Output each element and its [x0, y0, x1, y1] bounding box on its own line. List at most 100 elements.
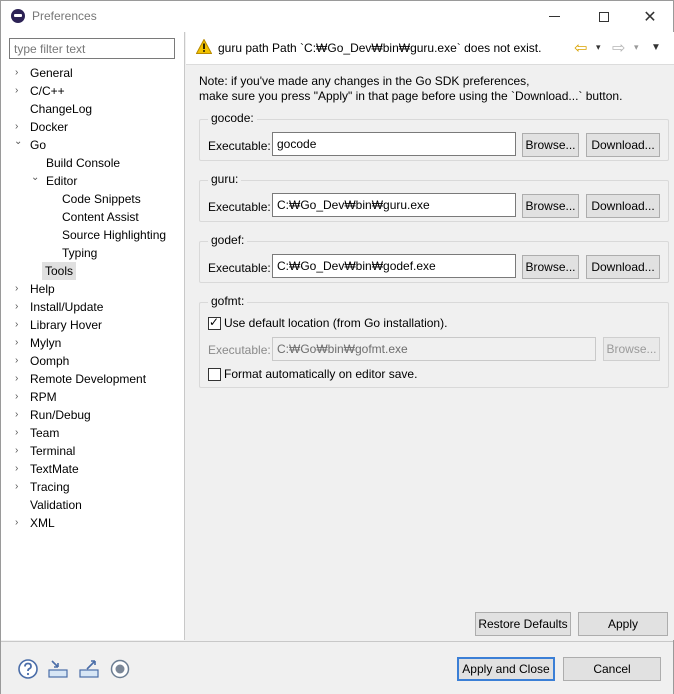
record-icon[interactable]: [109, 658, 131, 680]
view-menu-icon[interactable]: ▼: [651, 42, 661, 53]
help-icon[interactable]: [17, 658, 39, 680]
tree-item-label: RPM: [30, 390, 57, 404]
tools-preference-page: guru path Path `C:₩Go_Dev₩bin₩guru.exe` …: [186, 32, 674, 640]
gocode-executable-field[interactable]: gocode: [272, 132, 516, 156]
cancel-button[interactable]: Cancel: [563, 657, 661, 681]
tree-item-label: Mylyn: [30, 336, 62, 350]
executable-label: Executable:: [208, 261, 271, 275]
tree-item-label: General: [30, 66, 73, 80]
note-line-2: make sure you press "Apply" in that page…: [199, 89, 623, 103]
tree-item-label: C/C++: [30, 84, 65, 98]
gofmt-executable-field: C:₩Go₩bin₩gofmt.exe: [272, 337, 596, 361]
download-button[interactable]: Download...: [586, 133, 660, 157]
guru-executable-field[interactable]: C:₩Go_Dev₩bin₩guru.exe: [272, 193, 516, 217]
expand-icon[interactable]: ›: [15, 514, 25, 532]
use-default-location-label[interactable]: Use default location (from Go installati…: [224, 316, 447, 330]
tree-item-label: Go: [30, 138, 47, 152]
tree-item-label: Source Highlighting: [62, 228, 167, 242]
minimize-button[interactable]: [531, 1, 577, 32]
tree-item-label: Run/Debug: [30, 408, 91, 422]
expand-icon[interactable]: ›: [15, 388, 25, 406]
filter-input[interactable]: [9, 38, 175, 59]
message-bar: guru path Path `C:₩Go_Dev₩bin₩guru.exe` …: [186, 32, 674, 65]
close-icon: ✕: [643, 8, 657, 26]
page-navigation: ⇦ ▾ ⇨ ▾ ▼: [574, 40, 668, 58]
expand-icon[interactable]: ›: [15, 64, 25, 82]
tree-item-label: Typing: [62, 246, 98, 260]
expand-icon[interactable]: ›: [15, 82, 25, 100]
close-button[interactable]: ✕: [627, 1, 673, 32]
browse-button[interactable]: Browse...: [522, 133, 579, 157]
expand-icon[interactable]: ›: [15, 406, 25, 424]
tree-item-label: Help: [30, 282, 55, 296]
group-title: godef:: [208, 233, 248, 247]
expand-icon[interactable]: ›: [15, 370, 25, 388]
tree-item-label: Install/Update: [30, 300, 104, 314]
download-button[interactable]: Download...: [586, 255, 660, 279]
collapse-icon[interactable]: ⌄: [14, 133, 24, 151]
collapse-icon[interactable]: ⌄: [31, 169, 41, 187]
tree-item-label: Terminal: [30, 444, 76, 458]
executable-label: Executable:: [208, 200, 271, 214]
expand-icon[interactable]: ›: [15, 478, 25, 496]
expand-icon[interactable]: ›: [15, 334, 25, 352]
gofmt-group: gofmt: Use default location (from Go ins…: [199, 294, 669, 388]
tree-item-label: Remote Development: [30, 372, 147, 386]
dialog-button-bar: Apply and Close Cancel: [1, 641, 673, 694]
restore-defaults-button[interactable]: Restore Defaults: [475, 612, 571, 636]
browse-button: Browse...: [603, 337, 660, 361]
error-message: guru path Path `C:₩Go_Dev₩bin₩guru.exe` …: [218, 41, 542, 55]
tree-item-label: Docker: [30, 120, 69, 134]
browse-button[interactable]: Browse...: [522, 255, 579, 279]
tree-item-label: TextMate: [30, 462, 79, 476]
tree-item-label: Code Snippets: [62, 192, 141, 206]
tree-item-label: Editor: [46, 174, 78, 188]
minimize-icon: [548, 16, 560, 17]
tree-item-label-selected: Tools: [42, 262, 77, 280]
expand-icon[interactable]: ›: [15, 460, 25, 478]
maximize-button[interactable]: [581, 1, 627, 32]
browse-button[interactable]: Browse...: [522, 194, 579, 218]
godef-group: godef: Executable: C:₩Go_Dev₩bin₩godef.e…: [199, 233, 669, 283]
group-title: gofmt:: [208, 294, 248, 308]
format-on-save-label[interactable]: Format automatically on editor save.: [224, 367, 417, 381]
import-icon[interactable]: [47, 658, 69, 680]
group-title: gocode:: [208, 111, 257, 125]
godef-executable-field[interactable]: C:₩Go_Dev₩bin₩godef.exe: [272, 254, 516, 278]
guru-group: guru: Executable: C:₩Go_Dev₩bin₩guru.exe…: [199, 172, 669, 222]
tree-item-label: Validation: [30, 498, 82, 512]
tree-item-label: ChangeLog: [30, 102, 93, 116]
tree-item-label: Oomph: [30, 354, 70, 368]
maximize-icon: [599, 11, 609, 22]
note-line-1: Note: if you've made any changes in the …: [199, 74, 530, 88]
use-default-location-checkbox[interactable]: [208, 315, 221, 330]
back-arrow-icon[interactable]: ⇦: [574, 40, 587, 58]
format-on-save-checkbox[interactable]: [208, 368, 221, 381]
apply-button[interactable]: Apply: [578, 612, 668, 636]
tree-item-label: Content Assist: [62, 210, 139, 224]
gocode-group: gocode: Executable: gocode Browse... Dow…: [199, 111, 669, 161]
expand-icon[interactable]: ›: [15, 298, 25, 316]
tree-item-label: XML: [30, 516, 55, 530]
expand-icon[interactable]: ›: [15, 352, 25, 370]
expand-icon[interactable]: ›: [15, 442, 25, 460]
preference-tree-panel: › General › C/C++ ChangeLog › Docker ⌄ G…: [1, 32, 185, 640]
eclipse-app-icon: [11, 9, 25, 23]
expand-icon[interactable]: ›: [15, 280, 25, 298]
preferences-window: Preferences ✕ › General › C/C++ ChangeLo…: [0, 0, 674, 694]
window-title: Preferences: [32, 9, 97, 23]
tree-item-label: Library Hover: [30, 318, 103, 332]
back-dropdown-icon[interactable]: ▾: [596, 42, 601, 53]
apply-and-close-button[interactable]: Apply and Close: [457, 657, 555, 681]
download-button[interactable]: Download...: [586, 194, 660, 218]
executable-label: Executable:: [208, 343, 271, 357]
expand-icon[interactable]: ›: [15, 316, 25, 334]
forward-arrow-icon[interactable]: ⇨: [612, 40, 625, 58]
executable-label: Executable:: [208, 139, 271, 153]
forward-dropdown-icon[interactable]: ▾: [634, 42, 639, 53]
title-bar: Preferences ✕: [1, 1, 673, 32]
export-icon[interactable]: [78, 658, 100, 680]
group-title: guru:: [208, 172, 242, 186]
expand-icon[interactable]: ›: [15, 424, 25, 442]
tree-item-label: Build Console: [46, 156, 121, 170]
